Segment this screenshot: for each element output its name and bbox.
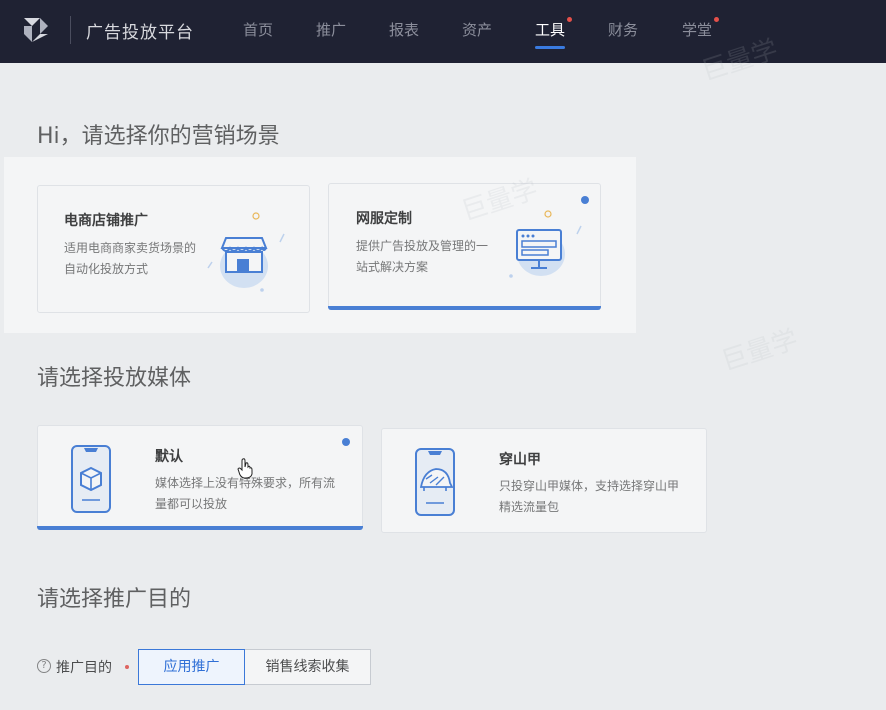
nav-active-underline [535, 46, 566, 49]
nav-notification-dot [567, 17, 573, 22]
media-card-pangolin[interactable]: 穿山甲 只投穿山甲媒体，支持选择穿山甲精选流量包 [381, 428, 707, 533]
phone-pangolin-icon [415, 448, 455, 516]
required-dot [125, 665, 129, 669]
goal-option-lead-collection[interactable]: 销售线索收集 [244, 649, 371, 685]
scene-card-webservice[interactable]: 网服定制 提供广告投放及管理的一站式解决方案 [328, 183, 601, 310]
media-card-default[interactable]: 默认 媒体选择上没有特殊要求，所有流量都可以投放 [37, 425, 363, 530]
card-title: 网服定制 [356, 211, 412, 227]
card-desc: 媒体选择上没有特殊要求，所有流量都可以投放 [155, 476, 336, 511]
nav-reports[interactable]: 报表 [389, 19, 419, 40]
brand-divider [70, 16, 71, 44]
selected-indicator-dot [581, 196, 589, 204]
card-desc: 提供广告投放及管理的一站式解决方案 [356, 239, 489, 274]
monitor-icon [509, 210, 582, 278]
platform-title: 广告投放平台 [86, 23, 194, 43]
help-icon[interactable]: ? [37, 659, 51, 673]
nav-notification-dot [714, 17, 720, 22]
nav-promotion[interactable]: 推广 [316, 19, 346, 40]
nav-assets[interactable]: 资产 [462, 19, 492, 40]
nav-tools[interactable]: 工具 [535, 17, 573, 49]
goal-option-app-promotion[interactable]: 应用推广 [138, 649, 245, 685]
card-desc: 适用电商商家卖货场景的自动化投放方式 [64, 241, 197, 276]
ocean-engine-logo[interactable] [18, 12, 54, 48]
card-desc: 只投穿山甲媒体，支持选择穿山甲精选流量包 [499, 479, 680, 514]
card-title: 穿山甲 [499, 452, 541, 468]
phone-box-icon [71, 445, 111, 513]
selected-indicator-dot [342, 438, 350, 446]
media-section-title: 请选择投放媒体 [37, 366, 192, 391]
card-title: 默认 [155, 449, 183, 465]
nav-home[interactable]: 首页 [243, 19, 273, 40]
goal-label: 推广目的 [56, 660, 112, 676]
nav-academy[interactable]: 学堂 [682, 17, 720, 40]
scene-card-ecommerce[interactable]: 电商店铺推广 适用电商商家卖货场景的自动化投放方式 [37, 185, 310, 313]
card-title: 电商店铺推广 [64, 213, 148, 229]
top-nav-bar: 广告投放平台 首页 推广 报表 资产 工具 财务 学堂 [0, 0, 886, 63]
hand-cursor-icon [237, 458, 253, 479]
watermark-text: 巨量学 [718, 324, 802, 378]
goal-section-title: 请选择推广目的 [37, 587, 192, 612]
scene-section-title: Hi，请选择你的营销场景 [37, 124, 280, 149]
nav-finance[interactable]: 财务 [608, 19, 638, 40]
storefront-icon [207, 212, 285, 292]
